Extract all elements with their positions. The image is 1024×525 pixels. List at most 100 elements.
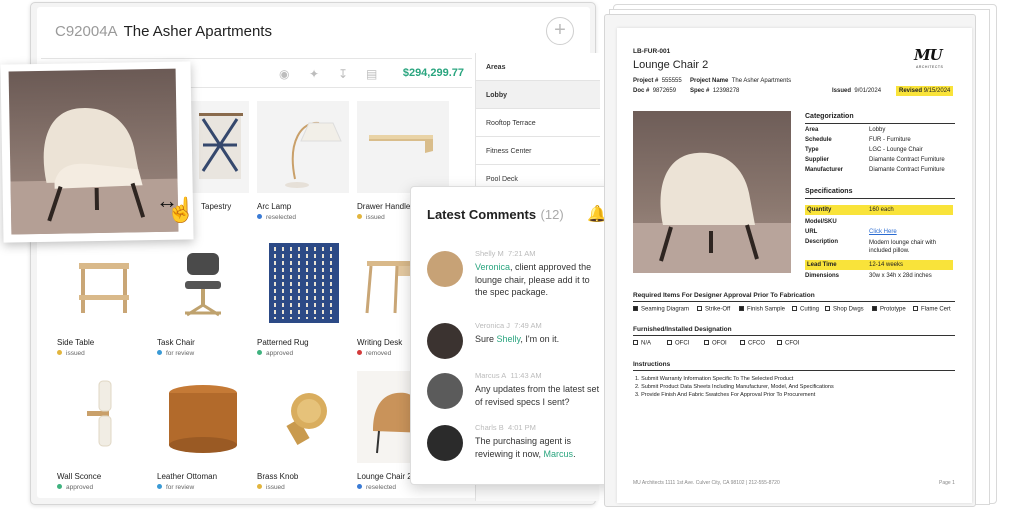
- divider: [633, 335, 955, 336]
- side-table-image: [57, 237, 149, 329]
- checkbox-ofoi[interactable]: OFOI: [704, 340, 727, 347]
- instructions-title: Instructions: [633, 361, 671, 368]
- total-price: $294,299.77: [402, 67, 464, 79]
- comments-panel: Latest Comments (12) 🔔 Shelly M 7:21 AM …: [410, 186, 620, 485]
- field-value: Lobby: [869, 127, 886, 133]
- dragged-item-photo[interactable]: [0, 61, 194, 243]
- pin-icon[interactable]: ✦: [309, 67, 319, 81]
- item-card-arc-lamp[interactable]: Arc Lamp reselected: [257, 101, 349, 221]
- avatar: [427, 373, 463, 409]
- checkbox-seaming-diagram[interactable]: Seaming Diagram: [633, 306, 689, 313]
- item-name: Patterned Rug: [257, 338, 309, 347]
- project-title: The Asher Apartments: [123, 23, 272, 40]
- field-value: LGC - Lounge Chair: [869, 147, 923, 153]
- status-badge: reselected: [257, 214, 349, 221]
- areas-header: Areas: [476, 53, 600, 81]
- arc-lamp-image: [257, 101, 349, 193]
- avatar: [427, 251, 463, 287]
- checkbox-finish-sample[interactable]: Finish Sample: [739, 306, 785, 313]
- eye-icon[interactable]: ◉: [279, 67, 289, 81]
- item-card-side-table[interactable]: Side Table issued: [57, 237, 149, 357]
- status-badge: issued: [257, 484, 349, 491]
- required-items-title: Required Items For Designer Approval Pri…: [633, 292, 815, 299]
- leather-ottoman-image: [157, 371, 249, 463]
- field-value: Modern lounge chair with included pillow…: [869, 240, 937, 254]
- drawer-handle-image: [357, 101, 449, 193]
- field-value: Diamante Contract Furniture: [869, 157, 945, 163]
- field-label: URL: [805, 229, 818, 235]
- categorization-title: Categorization: [805, 113, 854, 120]
- item-name: Brass Knob: [257, 472, 299, 481]
- field-label: Lead Time: [807, 262, 837, 268]
- status-badge: for review: [157, 484, 249, 491]
- project-header: C92004A The Asher Apartments: [55, 23, 272, 41]
- item-card-task-chair[interactable]: Task Chair for review: [157, 237, 249, 357]
- field-label: Type: [805, 147, 819, 153]
- field-label: Schedule: [805, 137, 832, 143]
- status-badge: reselected: [357, 484, 449, 491]
- sidebar-item-lobby[interactable]: Lobby: [476, 81, 600, 109]
- checkbox-prototype[interactable]: Prototype: [872, 306, 906, 313]
- sidebar-item-rooftop-terrace[interactable]: Rooftop Terrace: [476, 109, 600, 137]
- issued-date: Issued 9/01/2024: [832, 88, 882, 94]
- project-number: Project # 555555: [633, 78, 682, 84]
- lounge-chair-photo: [8, 68, 179, 235]
- project-code: C92004A: [55, 23, 118, 40]
- brass-knob-image: [257, 371, 349, 463]
- comments-count: (12): [540, 207, 564, 222]
- task-chair-image: [157, 237, 249, 329]
- checkbox-cfco[interactable]: CFCO: [740, 340, 765, 347]
- divider: [805, 123, 955, 124]
- patterned-rug-image: [257, 237, 349, 329]
- spec-sheet: LB-FUR-001 Lounge Chair 2 MU ARCHITECTS …: [617, 28, 972, 503]
- page-number: Page 1: [939, 480, 955, 486]
- spec-sheet-panel: LB-FUR-001 Lounge Chair 2 MU ARCHITECTS …: [604, 14, 976, 507]
- item-name: Tapestry: [201, 202, 232, 211]
- field-label: Description: [805, 239, 839, 245]
- checkbox-ofci[interactable]: OFCI: [667, 340, 689, 347]
- project-name: Project Name The Asher Apartments: [690, 78, 792, 84]
- status-badge: approved: [57, 484, 149, 491]
- item-card-brass-knob[interactable]: Brass Knob issued: [257, 371, 349, 491]
- item-name: Arc Lamp: [257, 202, 292, 211]
- field-label: Model/SKU: [805, 219, 837, 225]
- checkbox-shop-dwgs[interactable]: Shop Dwgs: [825, 306, 864, 313]
- url-link[interactable]: Click Here: [869, 229, 897, 235]
- field-value: 12-14 weeks: [869, 262, 904, 268]
- hand-pointer-icon: ☝: [166, 197, 196, 224]
- field-label: Area: [805, 127, 819, 133]
- divider: [633, 370, 955, 371]
- spec-title: Lounge Chair 2: [633, 59, 709, 71]
- specifications-title: Specifications: [805, 188, 853, 195]
- product-image: [633, 111, 791, 273]
- item-name: Task Chair: [157, 338, 195, 347]
- item-card-patterned-rug[interactable]: Patterned Rug approved: [257, 237, 349, 357]
- field-value: 160 each: [869, 207, 894, 213]
- checkbox-cutting[interactable]: Cutting: [792, 306, 819, 313]
- instruction-item: 3. Provide Finish And Fabric Swatches Fo…: [635, 392, 816, 398]
- status-badge: issued: [57, 350, 149, 357]
- add-button[interactable]: +: [546, 17, 574, 45]
- divider: [633, 301, 955, 302]
- status-badge: for review: [157, 350, 249, 357]
- spec-code: LB-FUR-001: [633, 48, 671, 55]
- field-label: Supplier: [805, 157, 830, 163]
- comments-title: Latest Comments: [427, 207, 537, 222]
- sheet-footer: MU Architects 1111 1st Ave. Culver City,…: [633, 480, 780, 486]
- item-name: Side Table: [57, 338, 95, 347]
- checkbox-flame-cert[interactable]: Flame Cert: [913, 306, 951, 313]
- item-name: Wall Sconce: [57, 472, 102, 481]
- divider: [805, 198, 955, 199]
- document-icon[interactable]: ▤: [366, 67, 377, 81]
- avatar: [427, 425, 463, 461]
- checkbox-cfoi[interactable]: CFOI: [777, 340, 799, 347]
- checkbox-strike-off[interactable]: Strike-Off: [697, 306, 730, 313]
- item-card-wall-sconce[interactable]: Wall Sconce approved: [57, 371, 149, 491]
- item-name: Leather Ottoman: [157, 472, 218, 481]
- instruction-item: 1. Submit Warranty Information Specific …: [635, 376, 794, 382]
- sidebar-item-fitness-center[interactable]: Fitness Center: [476, 137, 600, 165]
- checkbox-na[interactable]: N/A: [633, 340, 651, 347]
- wall-sconce-image: [57, 371, 149, 463]
- item-card-leather-ottoman[interactable]: Leather Ottoman for review: [157, 371, 249, 491]
- download-icon[interactable]: ↧: [338, 67, 348, 81]
